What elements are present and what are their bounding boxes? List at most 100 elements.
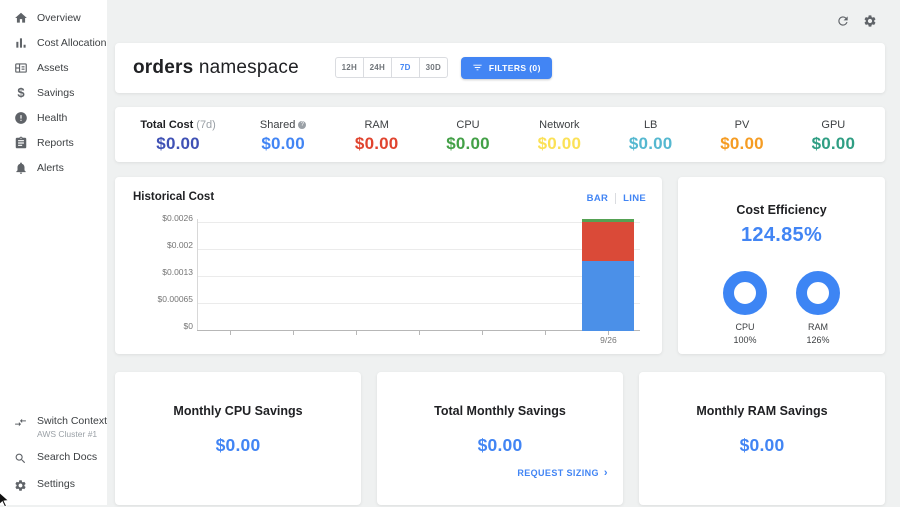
topbar	[115, 0, 885, 43]
xtick-label: 9/26	[577, 335, 640, 345]
page-title: orders namespace	[133, 57, 299, 79]
range-button-7d[interactable]: 7D	[391, 57, 420, 78]
dollar-icon: $	[14, 86, 28, 100]
toggle-bar[interactable]: BAR	[587, 193, 608, 204]
namespace-name: orders	[133, 57, 193, 78]
sidebar-item-cost-allocation[interactable]: Cost Allocation	[0, 30, 107, 55]
stat-label: CPU	[422, 119, 513, 131]
info-icon[interactable]: ?	[298, 121, 306, 129]
bar-segment-blue	[582, 261, 634, 331]
chart-mode-toggle: BAR LINE	[587, 193, 646, 204]
charts-row: Historical Cost BAR LINE $0 $0.00065 $0.…	[115, 177, 885, 354]
search-docs-button[interactable]: Search Docs	[0, 445, 107, 472]
stat-value: $0.00	[788, 134, 879, 154]
stat-ram: RAM $0.00	[331, 119, 422, 154]
stat-value: $0.00	[121, 134, 235, 154]
refresh-icon[interactable]	[836, 14, 850, 28]
stat-value: $0.00	[696, 134, 787, 154]
stat-pv: PV $0.00	[696, 119, 787, 154]
ram-donut-ring	[796, 271, 840, 315]
donut-label: RAM	[789, 321, 847, 334]
donut-value: 126%	[789, 334, 847, 347]
current-cluster-label: AWS Cluster #1	[37, 429, 107, 439]
stat-label: Total Cost	[140, 119, 193, 131]
donut-value: 100%	[716, 334, 774, 347]
savings-row: Monthly CPU Savings $0.00 Total Monthly …	[115, 372, 885, 505]
stat-gpu: GPU $0.00	[788, 119, 879, 154]
range-button-12h[interactable]: 12H	[335, 57, 364, 78]
ytick-1: $0.00065	[135, 294, 193, 304]
monthly-ram-savings-card: Monthly RAM Savings $0.00	[639, 372, 885, 505]
assets-grid-icon	[14, 61, 28, 75]
chart-plot: $0 $0.00065 $0.0013 $0.002 $0.0026	[197, 219, 640, 331]
stat-label-suffix: (7d)	[196, 119, 216, 131]
stat-lb: LB $0.00	[605, 119, 696, 154]
filters-button[interactable]: FILTERS (0)	[461, 57, 552, 79]
stat-label: PV	[696, 119, 787, 131]
sidebar-item-label: Cost Allocation	[37, 37, 106, 49]
chart-plot-wrap: $0 $0.00065 $0.0013 $0.002 $0.0026	[197, 219, 640, 331]
namespace-word: namespace	[199, 57, 299, 78]
stat-label: GPU	[788, 119, 879, 131]
efficiency-donuts: CPU 100% RAM 126%	[678, 271, 885, 347]
sidebar-item-label: Savings	[37, 87, 74, 99]
stat-network: Network $0.00	[514, 119, 605, 154]
donut-label: CPU	[716, 321, 774, 334]
sidebar-item-alerts[interactable]: Alerts	[0, 155, 107, 180]
savings-title: Monthly RAM Savings	[639, 404, 885, 418]
historical-cost-card: Historical Cost BAR LINE $0 $0.00065 $0.…	[115, 177, 662, 354]
range-button-24h[interactable]: 24H	[363, 57, 392, 78]
ytick-2: $0.0013	[135, 267, 193, 277]
switch-context-label: Switch Context	[37, 415, 107, 427]
ytick-3: $0.002	[135, 240, 193, 250]
range-button-30d[interactable]: 30D	[419, 57, 448, 78]
ytick-0: $0	[135, 321, 193, 331]
sidebar-item-label: Assets	[37, 62, 69, 74]
stat-label: LB	[605, 119, 696, 131]
sidebar-item-health[interactable]: Health	[0, 105, 107, 130]
savings-value: $0.00	[639, 435, 885, 456]
cpu-donut-ring	[723, 271, 767, 315]
savings-value: $0.00	[377, 435, 623, 456]
sidebar-item-savings[interactable]: $ Savings	[0, 80, 107, 105]
sidebar-item-label: Health	[37, 112, 67, 124]
savings-title: Monthly CPU Savings	[115, 404, 361, 418]
bell-icon	[14, 161, 28, 175]
sidebar-item-label: Alerts	[37, 162, 64, 174]
stacked-bar	[582, 223, 634, 331]
stat-label: Network	[514, 119, 605, 131]
stat-value: $0.00	[605, 134, 696, 154]
search-icon	[14, 452, 28, 466]
sidebar-item-reports[interactable]: Reports	[0, 130, 107, 155]
cost-summary-card: Total Cost (7d) $0.00 Shared ? $0.00 RAM…	[115, 107, 885, 162]
gear-icon[interactable]	[863, 14, 877, 28]
request-sizing-link[interactable]: REQUEST SIZING ›	[517, 467, 608, 479]
total-monthly-savings-card: Total Monthly Savings $0.00 REQUEST SIZI…	[377, 372, 623, 505]
sidebar: Overview Cost Allocation Assets $ Saving…	[0, 0, 107, 505]
bar-segment-red	[582, 222, 634, 261]
stat-value: $0.00	[331, 134, 422, 154]
stat-shared: Shared ? $0.00	[235, 119, 331, 154]
savings-value: $0.00	[115, 435, 361, 456]
settings-label: Settings	[37, 478, 75, 490]
swap-arrows-icon	[14, 416, 28, 430]
stat-cpu: CPU $0.00	[422, 119, 513, 154]
settings-button[interactable]: Settings	[0, 472, 107, 499]
monthly-cpu-savings-card: Monthly CPU Savings $0.00	[115, 372, 361, 505]
sidebar-item-assets[interactable]: Assets	[0, 55, 107, 80]
clipboard-icon	[14, 136, 28, 150]
sidebar-item-label: Overview	[37, 12, 81, 24]
request-sizing-label: REQUEST SIZING	[517, 468, 599, 478]
search-docs-label: Search Docs	[37, 451, 97, 463]
switch-context-button[interactable]: Switch Context AWS Cluster #1	[0, 409, 107, 445]
savings-title: Total Monthly Savings	[377, 404, 623, 418]
stat-label: Shared	[260, 119, 295, 131]
stat-label: RAM	[331, 119, 422, 131]
sidebar-item-label: Reports	[37, 137, 74, 149]
sidebar-item-overview[interactable]: Overview	[0, 5, 107, 30]
toggle-divider	[615, 193, 616, 204]
sidebar-footer: Switch Context AWS Cluster #1 Search Doc…	[0, 409, 107, 499]
gear-icon	[14, 479, 28, 493]
toggle-line[interactable]: LINE	[623, 193, 646, 204]
x-cells: 9/26	[198, 219, 640, 331]
